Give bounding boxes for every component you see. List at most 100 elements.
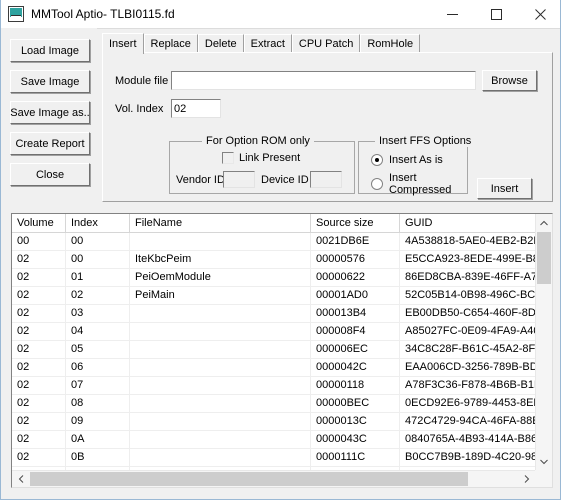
column-header-source-size[interactable]: Source size (310, 214, 400, 233)
column-header-volume[interactable]: Volume (12, 214, 66, 233)
cell-index: 07 (65, 376, 130, 395)
close-icon[interactable] (518, 0, 560, 28)
tab-extract[interactable]: Extract (243, 34, 292, 53)
insert-as-is-radio-row[interactable]: Insert As is (371, 154, 443, 166)
cell-index: 01 (65, 268, 130, 287)
table-row[interactable]: 02 02 PeiMain 00001AD0 52C05B14-0B98-496C-BC… (12, 286, 535, 305)
table-row[interactable]: 02 01 PeiOemModule 00000622 86ED8CBA-839E-46… (12, 268, 535, 287)
vendor-id-input[interactable] (223, 171, 255, 188)
cell-filename (129, 358, 311, 377)
cell-source-size: 00001AD0 (310, 286, 400, 305)
option-rom-group-title: For Option ROM only (202, 135, 314, 147)
cell-volume: 02 (12, 268, 66, 287)
cell-source-size: 00000576 (310, 250, 400, 269)
cell-index: 0B (65, 448, 130, 467)
module-table-body: 0000 0021DB6E4A538818-5AE0-4EB2-B2EB-488B… (12, 232, 535, 470)
module-table: Volume Index FileName Source size GUID 0… (12, 214, 535, 470)
tab-cpu-patch[interactable]: CPU Patch (291, 34, 361, 53)
cell-guid: B0CC7B9B-189D-4C20-98B1-9035F3 (399, 448, 535, 467)
cell-volume: 02 (12, 322, 66, 341)
maximize-icon[interactable] (474, 0, 518, 28)
table-row[interactable]: 0208 00000BEC0ECD92E6-9789-4453-8EBB-A046… (12, 394, 535, 413)
minimize-icon[interactable] (430, 0, 474, 28)
insert-as-is-radio[interactable] (371, 154, 383, 166)
cell-index: 0A (65, 430, 130, 449)
table-row[interactable]: 02 00 IteKbcPeim 00000576 E5CCA923-8EDE-499E… (12, 250, 535, 269)
chevron-up-icon[interactable] (536, 214, 552, 231)
table-row[interactable]: 0205 000006EC34C8C28F-B61C-45A2-8F2E-89E4… (12, 340, 535, 359)
tab-delete[interactable]: Delete (197, 34, 244, 53)
cell-index: 02 (65, 286, 130, 305)
cell-index: 08 (65, 394, 130, 413)
horizontal-scrollbar-thumb[interactable] (30, 472, 468, 486)
column-header-guid[interactable]: GUID (399, 214, 535, 233)
cell-filename (129, 232, 311, 251)
mmtool-window: MMTool Aptio- TLBI0115.fd Load Image Sav… (0, 0, 561, 500)
cell-filename (129, 376, 311, 395)
cell-guid: 34C8C28F-B61C-45A2-8F2E-89E46B (399, 340, 535, 359)
cell-source-size: 00000622 (310, 268, 400, 287)
cell-index: 03 (65, 304, 130, 323)
horizontal-scrollbar[interactable] (12, 470, 535, 487)
device-id-input[interactable] (310, 171, 342, 188)
save-image-button[interactable]: Save Image (10, 70, 90, 93)
cell-guid: 472C4729-94CA-46FA-88E3-76CC2E (399, 412, 535, 431)
chevron-left-icon[interactable] (12, 471, 29, 487)
cell-filename (129, 448, 311, 467)
cell-index: 00 (65, 232, 130, 251)
tab-replace[interactable]: Replace (143, 34, 198, 53)
module-file-input[interactable] (171, 71, 476, 90)
table-row[interactable]: 020B 0000111CB0CC7B9B-189D-4C20-98B1-9035… (12, 448, 535, 467)
table-row[interactable]: 0206 0000042CEAA006CD-3256-789B-BD20-EBAB… (12, 358, 535, 377)
table-row[interactable]: 0203 000013B4EB00DB50-C654-460F-8D7A-0E44… (12, 304, 535, 323)
load-image-button[interactable]: Load Image (10, 39, 90, 62)
insert-button[interactable]: Insert (477, 178, 532, 199)
table-row[interactable]: 0207 00000118A78F3C36-F878-4B6B-B1D6-7E2F… (12, 376, 535, 395)
cell-guid: 52C05B14-0B98-496C-BC3B-04B502 (399, 286, 535, 305)
insert-compressed-radio[interactable] (371, 178, 383, 190)
link-present-checkbox[interactable] (222, 152, 234, 164)
tab-romhole[interactable]: RomHole (360, 34, 421, 53)
vertical-scrollbar[interactable] (535, 214, 552, 470)
table-row[interactable]: 0204 000008F4A85027FC-0E09-4FA9-A407-CAD2… (12, 322, 535, 341)
cell-index: 06 (65, 358, 130, 377)
cell-guid: 86ED8CBA-839E-46FF-A740-3504D8 (399, 268, 535, 287)
scrollbar-corner (535, 470, 552, 487)
chevron-down-icon[interactable] (536, 453, 552, 470)
browse-button[interactable]: Browse (482, 70, 537, 91)
module-list-view[interactable]: Volume Index FileName Source size GUID 0… (11, 213, 553, 488)
column-header-filename[interactable]: FileName (129, 214, 311, 233)
table-row[interactable]: 0209 0000013C472C4729-94CA-46FA-88E3-76CC… (12, 412, 535, 431)
ffs-options-group-title: Insert FFS Options (375, 135, 476, 147)
vol-index-input[interactable] (171, 99, 221, 118)
mmtool-app-icon (8, 6, 24, 22)
tab-strip: Insert Replace Delete Extract CPU Patch … (102, 33, 553, 54)
cell-guid: A85027FC-0E09-4FA9-A407-CAD20E (399, 322, 535, 341)
cell-filename: PeiOemModule (129, 268, 311, 287)
cell-guid: A78F3C36-F878-4B6B-B1D6-7E2F27 (399, 376, 535, 395)
cell-filename: IteKbcPeim (129, 250, 311, 269)
cell-source-size: 000008F4 (310, 322, 400, 341)
cell-filename (129, 304, 311, 323)
save-image-as-button[interactable]: Save Image as.. (10, 101, 90, 124)
table-row[interactable]: 0000 0021DB6E4A538818-5AE0-4EB2-B2EB-488B… (12, 232, 535, 251)
cell-volume: 02 (12, 304, 66, 323)
cell-guid: 0840765A-4B93-414A-B86D-70C0DF (399, 430, 535, 449)
link-present-checkbox-row[interactable]: Link Present (222, 152, 300, 164)
vertical-scrollbar-thumb[interactable] (537, 232, 551, 284)
cell-filename (129, 322, 311, 341)
insert-compressed-radio-row[interactable]: Insert Compressed (371, 172, 467, 196)
insert-as-is-label: Insert As is (389, 154, 443, 166)
tab-insert[interactable]: Insert (102, 33, 144, 54)
chevron-right-icon[interactable] (518, 471, 535, 487)
column-header-index[interactable]: Index (65, 214, 130, 233)
vol-index-label: Vol. Index (115, 103, 164, 115)
cell-source-size: 0000042C (310, 358, 400, 377)
create-report-button[interactable]: Create Report (10, 132, 90, 155)
cell-guid: EAA006CD-3256-789B-BD20-EBABC (399, 358, 535, 377)
module-file-label: Module file (115, 75, 169, 87)
cell-source-size: 0000111C (310, 448, 400, 467)
table-row[interactable]: 020A 0000043C0840765A-4B93-414A-B86D-70C0… (12, 430, 535, 449)
close-button[interactable]: Close (10, 163, 90, 186)
option-rom-group: For Option ROM only Link Present Vendor … (169, 135, 355, 194)
